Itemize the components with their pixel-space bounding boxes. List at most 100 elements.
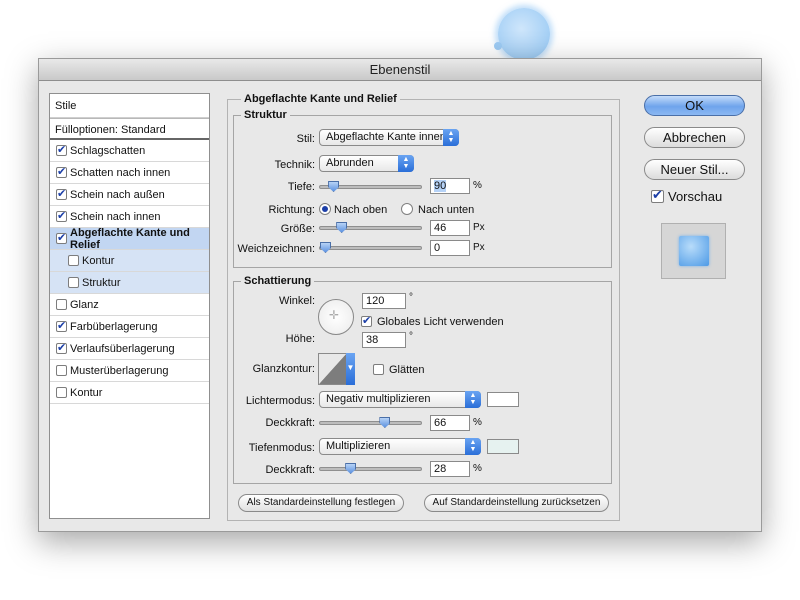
new-style-button[interactable]: Neuer Stil...: [644, 159, 745, 180]
highlight-color-swatch[interactable]: [487, 392, 519, 407]
style-item-checkbox[interactable]: [56, 299, 67, 310]
antialias-checkbox[interactable]: [373, 364, 384, 375]
select-arrows-icon: ▲ ▼: [465, 391, 481, 408]
size-slider[interactable]: [319, 222, 422, 233]
highlight-mode-label: Lichtermodus:: [245, 395, 315, 407]
styles-list-header[interactable]: Stile: [50, 94, 209, 118]
style-item-label: Struktur: [82, 276, 121, 289]
select-arrows-icon: ▲ ▼: [398, 155, 414, 172]
preview-checkbox[interactable]: [651, 187, 664, 203]
depth-label: Tiefe:: [287, 181, 315, 193]
style-item-checkbox[interactable]: [56, 319, 67, 332]
angle-dial[interactable]: ✛: [318, 299, 354, 335]
technique-label: Technik:: [274, 159, 315, 171]
style-item[interactable]: Verlaufsüberlagerung: [50, 338, 209, 360]
shadow-opacity-slider[interactable]: [319, 463, 422, 474]
technique-select[interactable]: Abrunden ▲ ▼: [319, 155, 414, 172]
style-item-checkbox[interactable]: [68, 277, 79, 288]
style-item-label: Kontur: [70, 386, 103, 399]
style-item[interactable]: Abgeflachte Kante und Relief: [50, 226, 209, 251]
altitude-label: Höhe:: [285, 333, 315, 345]
style-item[interactable]: Struktur: [50, 272, 209, 294]
preview-blob-dot: [494, 42, 502, 50]
style-item-checkbox[interactable]: [56, 341, 67, 354]
gloss-contour-label: Glanzkontur:: [252, 363, 315, 375]
style-select[interactable]: Abgeflachte Kante innen ▲ ▼: [319, 129, 459, 146]
structure-title: Struktur: [241, 109, 290, 121]
antialias-label: Glätten: [389, 364, 425, 376]
style-item[interactable]: Kontur: [50, 250, 209, 272]
style-item-checkbox[interactable]: [56, 187, 67, 200]
style-item[interactable]: Glanz: [50, 294, 209, 316]
technique-select-value: Abrunden: [326, 157, 374, 169]
style-item[interactable]: Schein nach außen: [50, 184, 209, 206]
style-item[interactable]: Schlagschatten: [50, 140, 209, 162]
style-item-checkbox[interactable]: [56, 387, 67, 398]
crosshair-icon: ✛: [329, 308, 340, 322]
shadow-mode-select[interactable]: Multiplizieren ▲ ▼: [319, 438, 481, 455]
preview-swatch: [679, 236, 709, 266]
shadow-opacity-label: Deckkraft:: [265, 464, 315, 476]
contour-curve-icon: [319, 354, 346, 384]
dialog-title: Ebenenstil: [39, 59, 761, 81]
style-select-value: Abgeflachte Kante innen: [326, 131, 446, 143]
style-item-label: Verlaufsüberlagerung: [70, 342, 175, 355]
cancel-button[interactable]: Abbrechen: [644, 127, 745, 148]
preview-label: Vorschau: [668, 189, 723, 204]
global-light-checkbox[interactable]: [361, 314, 372, 327]
layer-style-dialog: Ebenenstil Stile Fülloptionen: Standard …: [38, 58, 762, 532]
direction-up-radio[interactable]: [319, 203, 331, 215]
highlight-opacity-label: Deckkraft:: [265, 417, 315, 429]
style-items: Schlagschatten Schatten nach innen Schein …: [50, 140, 209, 404]
style-item-label: Abgeflachte Kante und Relief: [70, 226, 190, 251]
direction-label: Richtung:: [268, 204, 315, 216]
preview-toggle[interactable]: Vorschau: [651, 187, 723, 204]
depth-unit: %: [473, 180, 482, 191]
style-item-label: Musterüberlagerung: [70, 364, 169, 377]
style-item-label: Schatten nach innen: [70, 166, 171, 179]
style-item-checkbox[interactable]: [68, 255, 79, 266]
style-item-checkbox[interactable]: [56, 365, 67, 376]
shadow-mode-value: Multiplizieren: [326, 440, 391, 452]
shadow-color-swatch[interactable]: [487, 439, 519, 454]
style-label: Stil:: [296, 133, 315, 145]
style-item-label: Kontur: [82, 254, 115, 267]
style-item[interactable]: Schein nach innen: [50, 206, 209, 228]
shading-title: Schattierung: [241, 275, 315, 287]
soften-label: Weichzeichnen:: [237, 243, 315, 255]
style-item[interactable]: Schatten nach innen: [50, 162, 209, 184]
shadow-opacity-input[interactable]: 28: [430, 461, 470, 477]
angle-unit: °: [409, 292, 413, 303]
direction-up-label: Nach oben: [334, 204, 388, 216]
style-item-checkbox[interactable]: [56, 209, 67, 222]
make-default-button[interactable]: Als Standardeinstellung festlegen: [238, 494, 404, 512]
select-arrows-icon: ▲ ▼: [443, 129, 459, 146]
soften-input[interactable]: 0: [430, 240, 470, 256]
direction-down-radio[interactable]: [401, 203, 413, 215]
blending-options-item[interactable]: Fülloptionen: Standard: [50, 118, 209, 140]
select-arrows-icon: ▲ ▼: [465, 438, 481, 455]
altitude-input[interactable]: 38: [362, 332, 406, 348]
reset-default-button[interactable]: Auf Standardeinstellung zurücksetzen: [424, 494, 609, 512]
shadow-opacity-unit: %: [473, 463, 482, 474]
ok-button[interactable]: OK: [644, 95, 745, 116]
gloss-contour-picker[interactable]: ▼: [318, 353, 355, 385]
angle-input[interactable]: 120: [362, 293, 406, 309]
style-item-checkbox[interactable]: [56, 143, 67, 156]
style-item[interactable]: Musterüberlagerung: [50, 360, 209, 382]
style-item[interactable]: Kontur: [50, 382, 209, 404]
style-item-label: Farbüberlagerung: [70, 320, 158, 333]
size-input[interactable]: 46: [430, 220, 470, 236]
soften-unit: Px: [473, 242, 485, 253]
highlight-opacity-input[interactable]: 66: [430, 415, 470, 431]
depth-input[interactable]: 90: [430, 178, 470, 194]
depth-slider[interactable]: [319, 181, 422, 192]
highlight-opacity-slider[interactable]: [319, 417, 422, 428]
soften-slider[interactable]: [319, 242, 422, 253]
style-item-checkbox[interactable]: [56, 165, 67, 178]
highlight-opacity-unit: %: [473, 417, 482, 428]
highlight-mode-select[interactable]: Negativ multiplizieren ▲ ▼: [319, 391, 481, 408]
style-item[interactable]: Farbüberlagerung: [50, 316, 209, 338]
shadow-mode-label: Tiefenmodus:: [248, 442, 315, 454]
style-item-checkbox[interactable]: [56, 231, 67, 244]
